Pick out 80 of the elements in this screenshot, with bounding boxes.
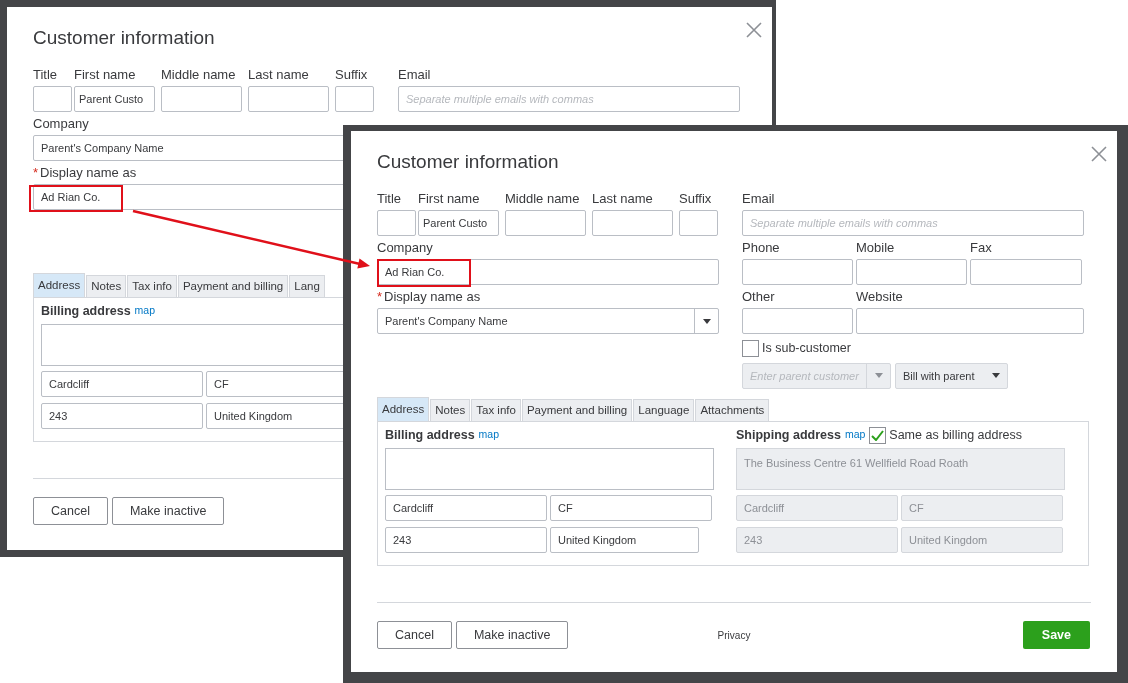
field-label: Email	[398, 67, 431, 83]
input-field[interactable]	[377, 210, 416, 236]
input-field[interactable]: 243	[385, 527, 547, 553]
secondary-button[interactable]: Make inactive	[455, 621, 569, 649]
field-label: Email	[742, 191, 775, 207]
tab[interactable]: Address	[33, 273, 86, 297]
tab[interactable]: Tax info	[471, 399, 521, 421]
input-field[interactable]	[33, 86, 72, 112]
input-field[interactable]	[505, 210, 586, 236]
input-field[interactable]: Cardcliff	[385, 495, 547, 521]
field-label: Mobile	[856, 240, 895, 256]
field-label: Middle name	[505, 191, 580, 207]
field-label: First name	[74, 67, 136, 83]
secondary-button[interactable]: Cancel	[33, 497, 108, 525]
tab[interactable]: Notes	[430, 399, 471, 421]
tab[interactable]: Tax info	[127, 275, 177, 297]
input-field[interactable]: Parent Custo	[418, 210, 499, 236]
input-field[interactable]	[592, 210, 673, 236]
tab[interactable]: Language	[633, 399, 695, 421]
caret-icon	[992, 373, 1000, 379]
field-label: Middle name	[161, 67, 236, 83]
section-label: Billing address	[41, 302, 131, 320]
input-field[interactable]	[856, 259, 967, 285]
field-label: Title	[33, 67, 58, 83]
field-label: Display name as	[40, 165, 137, 181]
field-label: Display name as	[384, 289, 481, 305]
checkbox-label: Same as billing address	[889, 426, 1023, 444]
secondary-button[interactable]: Make inactive	[111, 497, 225, 525]
input-field[interactable]	[970, 259, 1082, 285]
input-field[interactable]	[161, 86, 242, 112]
field-label: Suffix	[335, 67, 368, 83]
dropdown-field[interactable]: Parent's Company Name	[377, 308, 719, 334]
checkmark-icon	[871, 429, 885, 441]
close-button[interactable]	[1090, 145, 1108, 163]
tab[interactable]: Notes	[86, 275, 127, 297]
field-label: Company	[33, 116, 89, 132]
caret-icon	[874, 373, 883, 379]
map-link[interactable]: map	[478, 427, 500, 443]
input-field[interactable]: CF	[550, 495, 712, 521]
tab[interactable]: Address	[377, 397, 430, 421]
input-field[interactable]: Parent Custo	[74, 86, 155, 112]
input-field[interactable]: Cardcliff	[41, 371, 203, 397]
secondary-button[interactable]: Cancel	[377, 621, 452, 649]
textarea-field[interactable]	[385, 448, 714, 490]
section-label: Billing address	[385, 426, 475, 444]
field-label: Phone	[742, 240, 780, 256]
field-label: Last name	[248, 67, 309, 83]
privacy-link[interactable]: Privacy	[717, 627, 751, 643]
input-field[interactable]	[248, 86, 329, 112]
field-label: Title	[377, 191, 402, 207]
field-label: Suffix	[679, 191, 712, 207]
input-field[interactable]: Separate multiple emails with commas	[742, 210, 1084, 236]
caret-icon	[702, 318, 711, 324]
input-field[interactable]	[335, 86, 374, 112]
field-label: Website	[856, 289, 903, 305]
dialog-title: Customer information	[33, 27, 216, 49]
field-label: Fax	[970, 240, 992, 256]
input-field[interactable]	[679, 210, 718, 236]
input-field[interactable]	[742, 259, 853, 285]
input-field[interactable]	[856, 308, 1084, 334]
field-label: Last name	[592, 191, 653, 207]
field-label: Company	[377, 240, 433, 256]
tab[interactable]: Payment and billing	[177, 275, 289, 297]
input-field[interactable]: Separate multiple emails with commas	[398, 86, 740, 112]
input-field[interactable]	[742, 308, 853, 334]
checkbox-label: Is sub-customer	[762, 340, 851, 357]
field-label: First name	[418, 191, 480, 207]
tab[interactable]: Attachments	[695, 399, 770, 421]
section-label: Shipping address	[736, 426, 841, 444]
required-asterisk: *	[377, 288, 383, 307]
checkbox[interactable]	[742, 339, 759, 357]
map-link[interactable]: map	[134, 303, 156, 319]
required-asterisk: *	[33, 164, 39, 183]
tab[interactable]: Payment and billing	[521, 399, 633, 421]
close-button[interactable]	[745, 21, 763, 39]
input-field[interactable]: United Kingdom	[550, 527, 699, 553]
dialog-title: Customer information	[377, 151, 560, 173]
field-label: Other	[742, 289, 775, 305]
input-field[interactable]: 243	[41, 403, 203, 429]
tab[interactable]: Lang	[289, 275, 325, 297]
